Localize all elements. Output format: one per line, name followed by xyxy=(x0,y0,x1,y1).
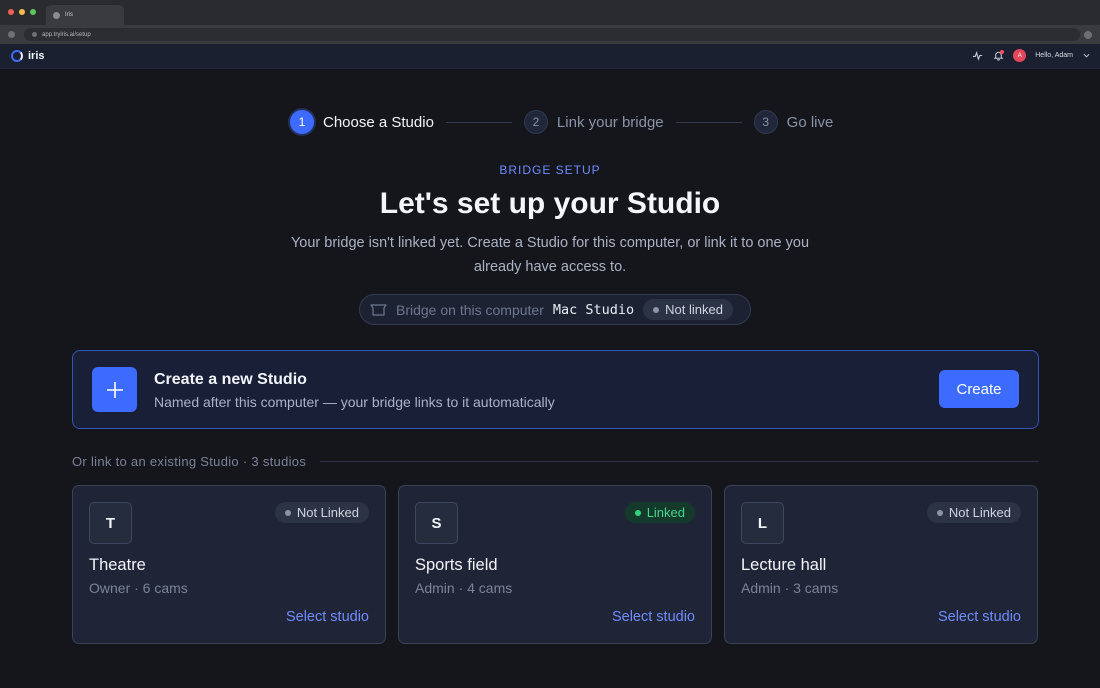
maximize-window-button[interactable] xyxy=(30,9,36,15)
studio-initial: T xyxy=(89,502,132,544)
chevron-down-icon[interactable] xyxy=(1082,50,1090,62)
site-info-icon[interactable] xyxy=(32,32,37,37)
header-actions: A Hello, Adam xyxy=(971,49,1090,62)
address-text[interactable]: app.tryiris.ai/setup xyxy=(42,32,91,38)
notification-badge xyxy=(1000,49,1005,54)
status-badge: Not linked xyxy=(643,299,733,320)
step-go-live: 3 Go live xyxy=(753,110,834,134)
page-subtitle: Your bridge isn't linked yet. Create a S… xyxy=(290,235,810,275)
step-label: Link your bridge xyxy=(556,113,664,131)
step-number: 2 xyxy=(523,110,548,134)
studio-name: Theatre xyxy=(89,556,146,574)
status-text: Not Linked xyxy=(948,505,1011,520)
browser-tabbar: Iris xyxy=(0,0,1100,25)
divider-line xyxy=(320,461,1039,462)
studio-name: Sports field xyxy=(415,556,498,574)
step-choose-studio: 1 Choose a Studio xyxy=(290,110,434,134)
create-button[interactable]: Create xyxy=(939,370,1019,408)
status-text: Not linked xyxy=(665,302,723,317)
step-number: 3 xyxy=(753,110,778,134)
status-badge: Not Linked xyxy=(274,502,369,523)
studio-meta: Owner · 6 cams xyxy=(89,580,188,596)
bridge-status-pill: Bridge on this computer Mac Studio Not l… xyxy=(359,294,751,325)
browser-tab-title: Iris xyxy=(65,12,73,18)
browser-tab[interactable]: Iris xyxy=(46,5,124,25)
reload-icon[interactable] xyxy=(8,31,15,38)
step-number: 1 xyxy=(290,110,314,134)
select-studio-link[interactable]: Select studio xyxy=(612,609,695,625)
existing-studios-heading: Or link to an existing Studio · 3 studio… xyxy=(72,454,307,469)
address-bar[interactable]: app.tryiris.ai/setup xyxy=(24,28,1080,41)
favicon-icon xyxy=(53,11,60,19)
step-connector xyxy=(675,121,742,123)
iris-logo-icon xyxy=(11,50,23,62)
minimize-window-button[interactable] xyxy=(19,9,25,15)
studio-card-theatre[interactable]: T Not Linked Theatre Owner · 6 cams Sele… xyxy=(72,485,386,644)
plus-icon xyxy=(92,367,137,412)
setup-stepper: 1 Choose a Studio 2 Link your bridge 3 G… xyxy=(290,110,833,134)
step-label: Choose a Studio xyxy=(323,113,434,131)
computer-name: Mac Studio xyxy=(552,301,635,318)
close-window-button[interactable] xyxy=(8,9,14,15)
status-dot-icon xyxy=(653,306,660,313)
select-studio-link[interactable]: Select studio xyxy=(938,609,1021,625)
studio-card-sports-field[interactable]: S Linked Sports field Admin · 4 cams Sel… xyxy=(398,485,712,644)
notifications-bell-icon[interactable] xyxy=(992,49,1005,62)
existing-studios-divider: Or link to an existing Studio · 3 studio… xyxy=(72,454,1039,469)
status-text: Linked xyxy=(646,505,685,520)
user-greeting[interactable]: Hello, Adam xyxy=(1035,52,1073,59)
avatar[interactable]: A xyxy=(1013,49,1027,62)
create-studio-title: Create a new Studio xyxy=(154,371,307,388)
select-studio-link[interactable]: Select studio xyxy=(286,609,369,625)
bridge-icon xyxy=(370,303,387,317)
browser-urlbar: app.tryiris.ai/setup xyxy=(0,25,1100,44)
studio-initial: L xyxy=(741,502,784,544)
status-dot-icon xyxy=(284,509,291,516)
page-title: Let's set up your Studio xyxy=(379,187,721,220)
create-studio-description: Named after this computer — your bridge … xyxy=(154,394,555,410)
studio-list: T Not Linked Theatre Owner · 6 cams Sele… xyxy=(72,485,1039,644)
studio-initial: S xyxy=(415,502,458,544)
section-eyebrow: BRIDGE SETUP xyxy=(499,163,601,177)
status-text: Not Linked xyxy=(296,505,359,520)
bridge-label: Bridge on this computer xyxy=(396,301,544,318)
studio-meta: Admin · 4 cams xyxy=(415,580,513,596)
status-badge: Not Linked xyxy=(926,502,1021,523)
setup-page: 1 Choose a Studio 2 Link your bridge 3 G… xyxy=(0,69,1100,688)
step-link-bridge: 2 Link your bridge xyxy=(523,110,664,134)
activity-icon[interactable] xyxy=(971,50,983,62)
status-dot-icon xyxy=(634,509,641,516)
window-controls xyxy=(8,9,36,15)
profile-icon[interactable] xyxy=(1084,31,1092,39)
create-studio-card[interactable]: Create a new Studio Named after this com… xyxy=(72,350,1039,429)
studio-card-lecture-hall[interactable]: L Not Linked Lecture hall Admin · 3 cams… xyxy=(724,485,1038,644)
status-dot-icon xyxy=(936,509,943,516)
brand-name: iris xyxy=(28,50,45,62)
studio-name: Lecture hall xyxy=(741,556,827,574)
app-header: iris A Hello, Adam xyxy=(0,44,1100,69)
step-label: Go live xyxy=(786,113,834,131)
studio-meta: Admin · 3 cams xyxy=(741,580,839,596)
brand-logo[interactable]: iris xyxy=(11,50,45,62)
status-badge: Linked xyxy=(624,502,695,523)
step-connector xyxy=(445,121,512,123)
